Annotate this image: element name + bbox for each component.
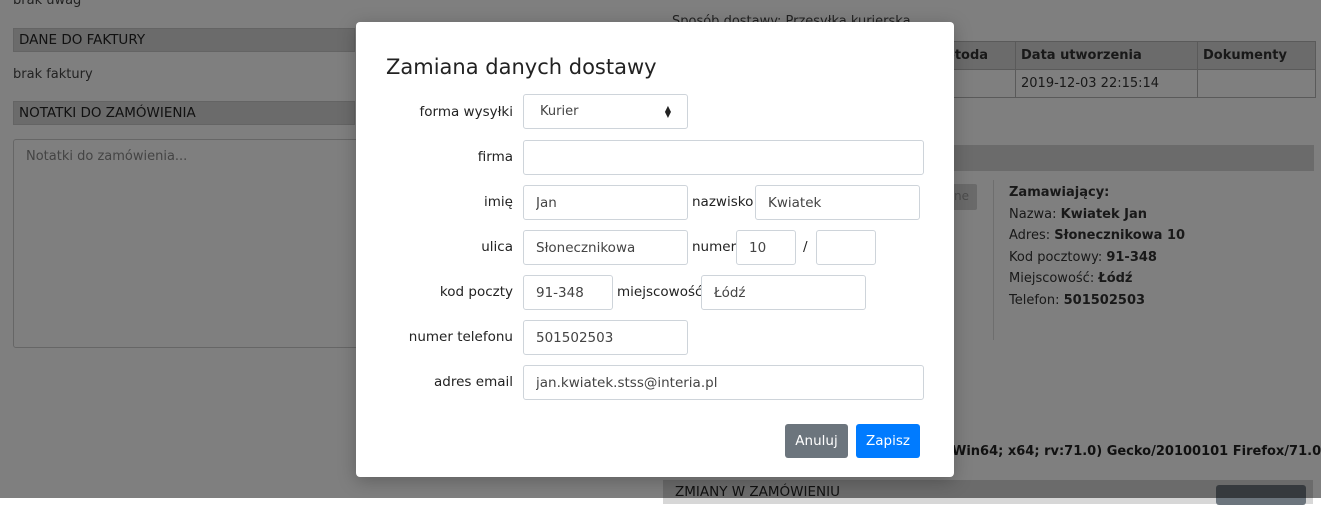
city-input[interactable] [701, 275, 866, 310]
email-label: adres email [434, 374, 513, 390]
last-name-label: nazwisko [692, 194, 754, 210]
last-name-input[interactable] [755, 185, 920, 220]
number-label: numer [692, 239, 737, 255]
shipping-form-select[interactable]: Kurier ▲ ▼ [523, 94, 688, 129]
house-number-input[interactable] [736, 230, 796, 265]
shipping-form-label: forma wysyłki [419, 104, 514, 120]
first-name-input[interactable] [523, 185, 688, 220]
postal-code-input[interactable] [523, 275, 613, 310]
shipping-form-value: Kurier [540, 104, 579, 119]
cancel-button[interactable]: Anuluj [785, 424, 848, 458]
company-input[interactable] [523, 140, 924, 175]
postal-code-label: kod poczty [439, 284, 513, 300]
number-separator: / [803, 239, 808, 255]
company-label: firma [477, 149, 513, 165]
street-input[interactable] [523, 230, 688, 265]
phone-input[interactable] [523, 320, 688, 355]
street-label: ulica [481, 239, 513, 255]
city-label: miejscowość [617, 284, 703, 300]
apartment-number-input[interactable] [816, 230, 876, 265]
email-input[interactable] [523, 365, 924, 400]
select-arrows-icon: ▲ ▼ [664, 103, 671, 119]
phone-label: numer telefonu [408, 329, 513, 345]
save-button[interactable]: Zapisz [856, 424, 920, 458]
first-name-label: imię [484, 194, 513, 210]
modal-title: Zamiana danych dostawy [386, 55, 657, 79]
delivery-data-modal: Zamiana danych dostawy forma wysyłki Kur… [356, 22, 954, 477]
